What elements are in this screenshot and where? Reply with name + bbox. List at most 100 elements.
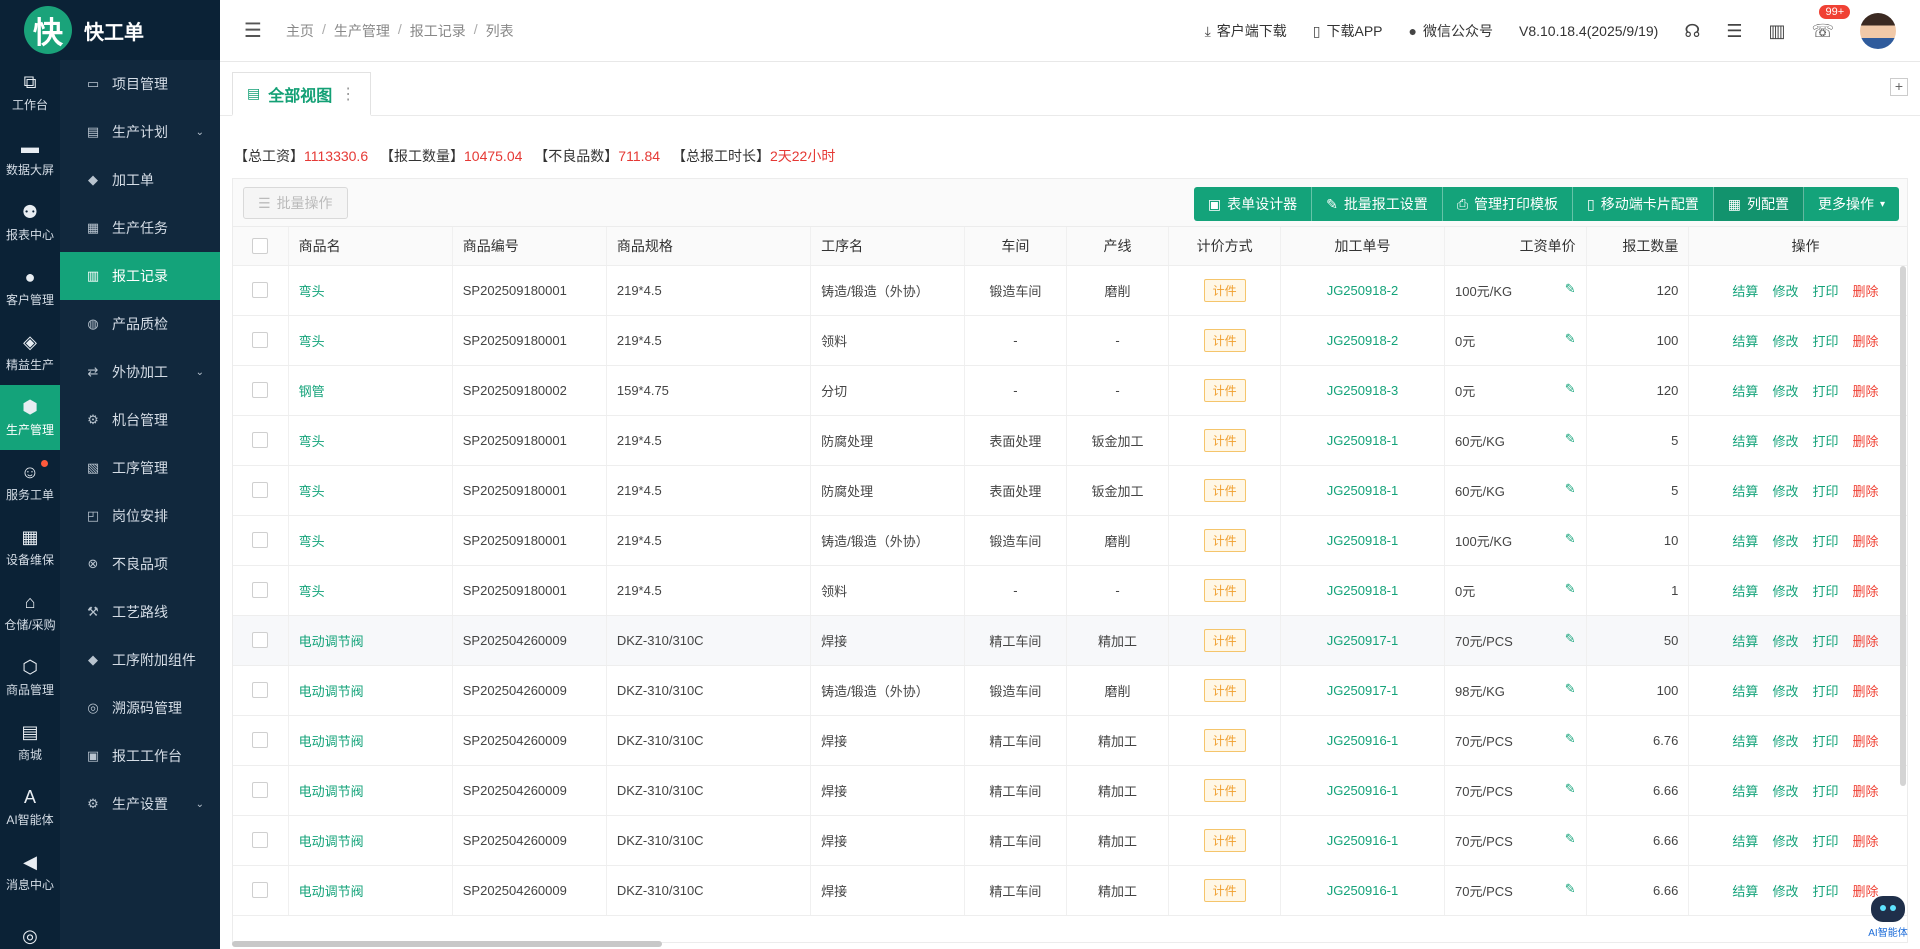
submenu-item-11[interactable]: ⚒ 工艺路线 <box>60 588 220 636</box>
print-link[interactable]: 打印 <box>1812 734 1838 749</box>
col-header[interactable]: 商品编号 <box>452 227 607 266</box>
submenu-item-8[interactable]: ▧ 工序管理 <box>60 444 220 492</box>
print-template-button[interactable]: ⎙ 管理打印模板 <box>1442 187 1574 221</box>
edit-icon[interactable]: ✎ <box>1565 281 1576 297</box>
settle-link[interactable]: 结算 <box>1732 334 1758 349</box>
rail-item-11[interactable]: A AI智能体 <box>0 775 60 840</box>
delete-link[interactable]: 删除 <box>1852 784 1878 799</box>
delete-link[interactable]: 删除 <box>1852 684 1878 699</box>
table-row[interactable]: 电动调节阀 SP202504260009 DKZ-310/310C 焊接 精工车… <box>233 615 1907 666</box>
print-link[interactable]: 打印 <box>1812 884 1838 899</box>
settle-link[interactable]: 结算 <box>1732 534 1758 549</box>
product-name-link[interactable]: 电动调节阀 <box>299 784 364 799</box>
row-checkbox[interactable] <box>252 832 269 849</box>
row-checkbox[interactable] <box>252 582 269 599</box>
rail-item-13[interactable]: ◎ <box>0 905 60 949</box>
order-no-link[interactable]: JG250918-2 <box>1327 283 1399 298</box>
row-checkbox[interactable] <box>252 432 269 449</box>
edit-icon[interactable]: ✎ <box>1565 531 1576 547</box>
menu-toggle-icon[interactable]: ☰ <box>244 18 262 43</box>
order-no-link[interactable]: JG250918-1 <box>1327 533 1399 548</box>
row-checkbox[interactable] <box>252 882 269 899</box>
book-icon[interactable]: ▥ <box>1768 21 1785 42</box>
order-no-link[interactable]: JG250916-1 <box>1327 883 1399 898</box>
print-link[interactable]: 打印 <box>1812 434 1838 449</box>
order-no-link[interactable]: JG250916-1 <box>1327 783 1399 798</box>
edit-link[interactable]: 修改 <box>1772 684 1798 699</box>
delete-link[interactable]: 删除 <box>1852 584 1878 599</box>
row-checkbox[interactable] <box>252 732 269 749</box>
order-no-link[interactable]: JG250916-1 <box>1327 733 1399 748</box>
edit-icon[interactable]: ✎ <box>1565 631 1576 647</box>
product-name-link[interactable]: 电动调节阀 <box>299 684 364 699</box>
table-row[interactable]: 电动调节阀 SP202504260009 DKZ-310/310C 焊接 精工车… <box>233 865 1907 916</box>
order-no-link[interactable]: JG250918-1 <box>1327 483 1399 498</box>
rail-item-8[interactable]: ⌂ 仓储/采购 <box>0 580 60 645</box>
product-name-link[interactable]: 钢管 <box>299 384 325 399</box>
print-link[interactable]: 打印 <box>1812 634 1838 649</box>
product-name-link[interactable]: 弯头 <box>299 434 325 449</box>
submenu-item-3[interactable]: ▦ 生产任务 <box>60 204 220 252</box>
order-no-link[interactable]: JG250918-3 <box>1327 383 1399 398</box>
product-name-link[interactable]: 弯头 <box>299 284 325 299</box>
delete-link[interactable]: 删除 <box>1852 384 1878 399</box>
breadcrumb-report[interactable]: 报工记录 <box>410 21 466 41</box>
tab-all-views[interactable]: ▤ 全部视图 ⋮ <box>232 72 372 116</box>
delete-link[interactable]: 删除 <box>1852 834 1878 849</box>
product-name-link[interactable]: 电动调节阀 <box>299 734 364 749</box>
order-no-link[interactable]: JG250916-1 <box>1327 833 1399 848</box>
edit-link[interactable]: 修改 <box>1772 534 1798 549</box>
settle-link[interactable]: 结算 <box>1732 634 1758 649</box>
delete-link[interactable]: 删除 <box>1852 634 1878 649</box>
col-header[interactable]: 商品名 <box>288 227 453 266</box>
edit-icon[interactable]: ✎ <box>1565 331 1576 347</box>
avatar[interactable] <box>1860 13 1896 49</box>
row-checkbox[interactable] <box>252 482 269 499</box>
print-link[interactable]: 打印 <box>1812 334 1838 349</box>
rail-item-5[interactable]: ⬢ 生产管理 <box>0 385 60 450</box>
rail-item-12[interactable]: ◀ 消息中心 <box>0 840 60 905</box>
col-header[interactable]: 报工数量 <box>1586 227 1690 266</box>
mobile-card-config-button[interactable]: ▯ 移动端卡片配置 <box>1573 187 1714 221</box>
app-download-link[interactable]: ▯ 下载APP <box>1313 21 1383 41</box>
settle-link[interactable]: 结算 <box>1732 384 1758 399</box>
submenu-item-4[interactable]: ▥ 报工记录 <box>60 252 220 300</box>
col-header[interactable]: 车间 <box>964 227 1067 266</box>
edit-icon[interactable]: ✎ <box>1565 581 1576 597</box>
edit-link[interactable]: 修改 <box>1772 584 1798 599</box>
table-row[interactable]: 电动调节阀 SP202504260009 DKZ-310/310C 铸造/锻造（… <box>233 665 1907 716</box>
row-checkbox[interactable] <box>252 682 269 699</box>
table-row[interactable]: 弯头 SP202509180001 219*4.5 铸造/锻造（外协） 锻造车间… <box>233 515 1907 566</box>
col-header[interactable]: 计价方式 <box>1168 227 1281 266</box>
print-link[interactable]: 打印 <box>1812 284 1838 299</box>
col-header[interactable]: 产线 <box>1066 227 1170 266</box>
submenu-item-9[interactable]: ◰ 岗位安排 <box>60 492 220 540</box>
settle-link[interactable]: 结算 <box>1732 584 1758 599</box>
submenu-item-2[interactable]: ◆ 加工单 <box>60 156 220 204</box>
edit-link[interactable]: 修改 <box>1772 734 1798 749</box>
edit-link[interactable]: 修改 <box>1772 334 1798 349</box>
edit-link[interactable]: 修改 <box>1772 434 1798 449</box>
row-checkbox[interactable] <box>252 632 269 649</box>
wechat-link[interactable]: ● 微信公众号 <box>1409 21 1493 41</box>
print-link[interactable]: 打印 <box>1812 584 1838 599</box>
submenu-item-14[interactable]: ▣ 报工工作台 <box>60 732 220 780</box>
rail-item-3[interactable]: ● 客户管理 <box>0 255 60 320</box>
submenu-item-0[interactable]: ▭ 项目管理 <box>60 60 220 108</box>
column-config-button[interactable]: ▦ 列配置 <box>1713 187 1804 221</box>
col-header[interactable]: 工序名 <box>810 227 966 266</box>
select-all-checkbox[interactable] <box>252 238 269 255</box>
settle-link[interactable]: 结算 <box>1732 284 1758 299</box>
delete-link[interactable]: 删除 <box>1852 284 1878 299</box>
delete-link[interactable]: 删除 <box>1852 734 1878 749</box>
row-checkbox[interactable] <box>252 782 269 799</box>
product-name-link[interactable]: 电动调节阀 <box>299 634 364 649</box>
order-no-link[interactable]: JG250917-1 <box>1327 683 1399 698</box>
settle-link[interactable]: 结算 <box>1732 684 1758 699</box>
edit-icon[interactable]: ✎ <box>1565 831 1576 847</box>
delete-link[interactable]: 删除 <box>1852 484 1878 499</box>
row-checkbox[interactable] <box>252 382 269 399</box>
message-icon[interactable]: ☏ 99+ <box>1811 4 1851 42</box>
submenu-item-10[interactable]: ⊗ 不良品项 <box>60 540 220 588</box>
rail-item-9[interactable]: ⬡ 商品管理 <box>0 645 60 710</box>
